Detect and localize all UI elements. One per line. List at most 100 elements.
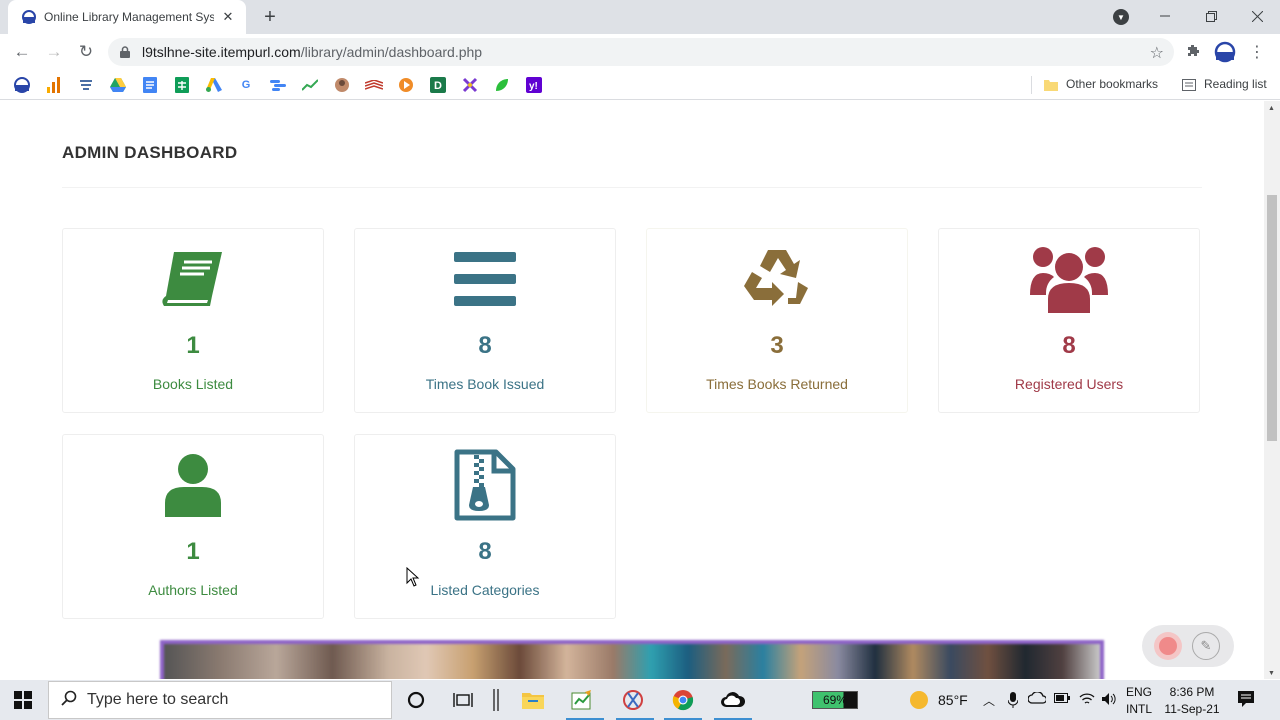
folder-icon[interactable] bbox=[1042, 76, 1060, 94]
editor-app-icon[interactable] bbox=[567, 686, 597, 714]
zip-file-icon bbox=[355, 449, 615, 521]
card-label: Listed Categories bbox=[430, 582, 540, 598]
input-language[interactable]: ENG INTL bbox=[1126, 684, 1152, 718]
pen-icon[interactable]: ✎ bbox=[1192, 632, 1220, 660]
tray-overflow-icon[interactable]: ︿ bbox=[983, 692, 995, 709]
play-icon[interactable] bbox=[397, 76, 415, 94]
record-button[interactable] bbox=[1154, 632, 1182, 660]
card-value: 1 bbox=[186, 538, 200, 565]
recording-widget[interactable]: ✎ bbox=[1142, 625, 1234, 667]
reading-list-icon[interactable] bbox=[1180, 76, 1198, 94]
back-button[interactable]: ← bbox=[8, 38, 36, 66]
task-view-icon[interactable] bbox=[448, 686, 478, 714]
bars-icon bbox=[355, 243, 615, 315]
wifi-icon[interactable] bbox=[1079, 692, 1095, 709]
card-books-listed[interactable]: 1 Books Listed bbox=[62, 228, 324, 413]
card-value: 8 bbox=[478, 332, 492, 359]
user-icon bbox=[63, 449, 323, 521]
url-host: l9tslhne-site.itempurl.com bbox=[142, 44, 301, 60]
snipping-tool-icon[interactable] bbox=[618, 686, 648, 714]
dots-icon[interactable] bbox=[269, 76, 287, 94]
scroll-down-icon[interactable]: ▼ bbox=[1268, 670, 1275, 677]
onedrive-icon[interactable] bbox=[1027, 691, 1048, 707]
docs-icon[interactable] bbox=[141, 76, 159, 94]
banner-image bbox=[160, 640, 1104, 679]
card-value: 3 bbox=[770, 332, 784, 359]
browser-toolbar: ← → ↻ l9tslhne-site.itempurl.com/library… bbox=[0, 34, 1280, 70]
svg-text:D: D bbox=[434, 80, 442, 92]
url-text: l9tslhne-site.itempurl.com/library/admin… bbox=[142, 44, 482, 60]
tab-title: Online Library Management System bbox=[44, 10, 214, 24]
windows-start-icon[interactable] bbox=[14, 691, 32, 714]
reload-button[interactable]: ↻ bbox=[72, 38, 100, 66]
browser-menu-icon[interactable]: ⋮ bbox=[1246, 41, 1268, 63]
users-icon bbox=[939, 243, 1199, 315]
card-listed-categories[interactable]: 8 Listed Categories bbox=[354, 434, 616, 619]
card-label: Registered Users bbox=[1014, 376, 1124, 392]
microphone-icon[interactable] bbox=[1007, 692, 1019, 711]
address-bar[interactable]: l9tslhne-site.itempurl.com/library/admin… bbox=[108, 38, 1174, 66]
search-icon bbox=[61, 690, 77, 711]
analytics-icon[interactable] bbox=[45, 76, 63, 94]
minimize-button[interactable] bbox=[1150, 0, 1180, 32]
notification-icon[interactable] bbox=[1237, 690, 1255, 713]
avatar-icon[interactable] bbox=[333, 76, 351, 94]
x-icon[interactable] bbox=[461, 76, 479, 94]
shield-icon[interactable] bbox=[77, 76, 95, 94]
taskbar-search-box[interactable]: Type here to search bbox=[48, 681, 392, 719]
forward-button[interactable]: → bbox=[40, 38, 68, 66]
card-times-book-issued[interactable]: 8 Times Book Issued bbox=[354, 228, 616, 413]
recycle-icon bbox=[647, 243, 907, 315]
volume-icon[interactable] bbox=[1101, 692, 1117, 709]
card-times-books-returned[interactable]: 3 Times Books Returned bbox=[646, 228, 908, 413]
new-tab-button[interactable]: + bbox=[258, 5, 282, 29]
drive-icon[interactable] bbox=[109, 76, 127, 94]
cortana-icon[interactable] bbox=[401, 686, 431, 714]
weather-sun-icon[interactable] bbox=[904, 686, 934, 714]
cloud-app-icon[interactable] bbox=[718, 686, 748, 714]
close-window-button[interactable] bbox=[1242, 0, 1272, 32]
profile-avatar-icon[interactable] bbox=[1214, 41, 1236, 63]
ads-icon[interactable] bbox=[205, 76, 223, 94]
google-icon[interactable]: G bbox=[237, 76, 255, 94]
bank-icon[interactable] bbox=[365, 76, 383, 94]
card-registered-users[interactable]: 8 Registered Users bbox=[938, 228, 1200, 413]
tab-close-icon[interactable]: ✕ bbox=[220, 9, 236, 25]
book-icon bbox=[63, 243, 323, 315]
reading-list-button[interactable]: Reading list bbox=[1204, 77, 1267, 91]
d-icon[interactable]: D bbox=[429, 76, 447, 94]
browser-tab[interactable]: Online Library Management System ✕ bbox=[8, 0, 246, 34]
bookmarks-separator bbox=[1031, 76, 1032, 94]
system-clock[interactable]: 8:36 PM 11-Sep-21 bbox=[1160, 684, 1224, 718]
search-placeholder: Type here to search bbox=[87, 691, 229, 708]
tab-strip: Online Library Management System ✕ + ▼ bbox=[0, 0, 1280, 34]
bookmark-star-icon[interactable]: ☆ bbox=[1150, 43, 1164, 63]
title-divider bbox=[62, 187, 1202, 188]
mouse-cursor-icon bbox=[406, 566, 420, 592]
restore-button[interactable] bbox=[1196, 0, 1226, 32]
card-authors-listed[interactable]: 1 Authors Listed bbox=[62, 434, 324, 619]
page-content: ADMIN DASHBOARD 1 Books Listed 8 Times B… bbox=[0, 101, 1264, 679]
card-value: 8 bbox=[478, 538, 492, 565]
tab-favicon-icon bbox=[22, 10, 36, 24]
card-value: 1 bbox=[186, 332, 200, 359]
bookmarks-bar: G D y! Other bookmarks Reading list bbox=[0, 70, 1280, 100]
lock-icon[interactable] bbox=[120, 45, 132, 59]
scroll-up-icon[interactable]: ▲ bbox=[1268, 105, 1275, 112]
battery-meter[interactable]: 69% bbox=[812, 691, 858, 709]
file-explorer-icon[interactable] bbox=[518, 686, 548, 714]
battery-icon[interactable] bbox=[1054, 692, 1070, 706]
chrome-icon[interactable] bbox=[668, 686, 698, 714]
weather-temperature[interactable]: 85°F bbox=[938, 692, 968, 708]
leaf-icon[interactable] bbox=[493, 76, 511, 94]
scrollbar-thumb[interactable] bbox=[1267, 195, 1277, 441]
profile-icon[interactable] bbox=[13, 76, 31, 94]
other-bookmarks-button[interactable]: Other bookmarks bbox=[1066, 77, 1158, 91]
yahoo-icon[interactable]: y! bbox=[525, 76, 543, 94]
widget-divider-icon bbox=[481, 686, 511, 714]
sheets-icon[interactable] bbox=[173, 76, 191, 94]
trend-icon[interactable] bbox=[301, 76, 319, 94]
tab-search-icon[interactable]: ▼ bbox=[1113, 9, 1129, 25]
page-scrollbar[interactable]: ▲ ▼ bbox=[1264, 101, 1280, 679]
extensions-icon[interactable] bbox=[1182, 41, 1204, 63]
